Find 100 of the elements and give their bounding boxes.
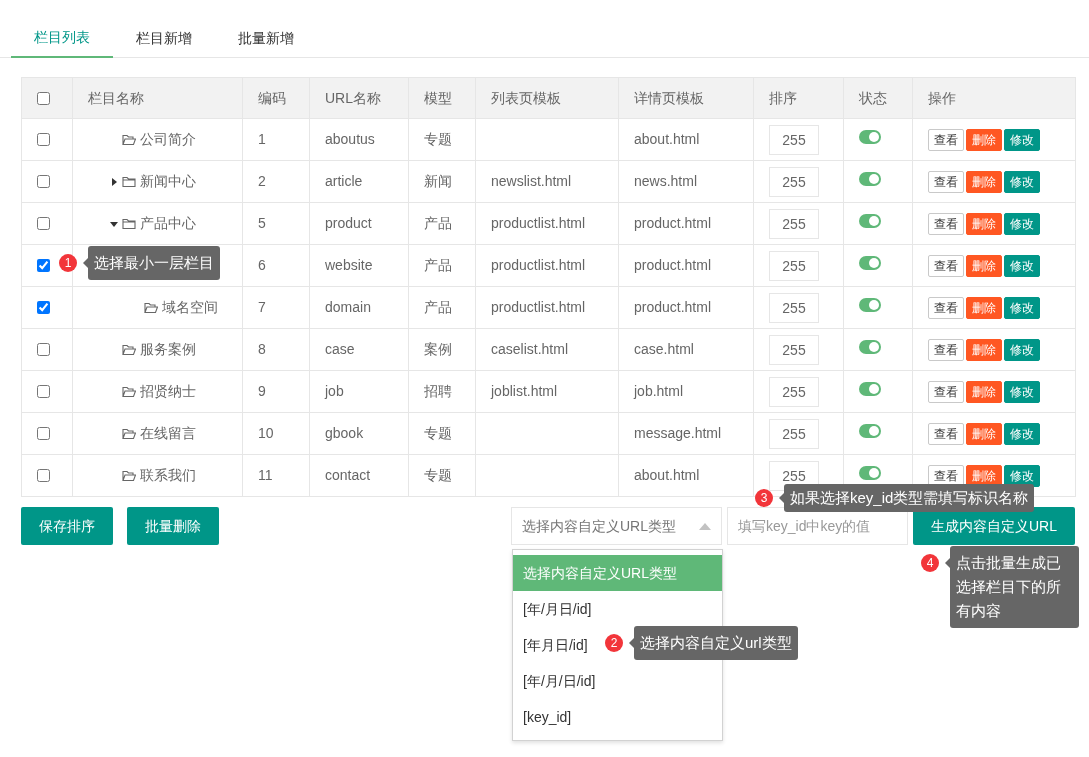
table-cell: article (325, 173, 363, 189)
view-button[interactable]: 查看 (928, 296, 964, 319)
row-checkbox[interactable] (37, 343, 50, 356)
view-button[interactable]: 查看 (928, 128, 964, 151)
table-cell: product.html (634, 299, 712, 315)
table-cell: case.html (634, 341, 694, 357)
batch-delete-button[interactable]: 批量删除 (127, 507, 219, 545)
sort-field[interactable]: 255 (769, 418, 819, 449)
select-placeholder: 选择内容自定义URL类型 (522, 516, 676, 536)
table-cell: productlist.html (491, 299, 586, 315)
table-cell: 10 (258, 425, 274, 441)
delete-button[interactable]: 删除 (966, 422, 1002, 445)
table-cell: 专题 (424, 425, 452, 441)
sort-field[interactable]: 255 (769, 208, 819, 239)
dropdown-option[interactable]: [key_id] (513, 699, 722, 735)
folder-icon (122, 175, 136, 188)
table-cell: 产品 (424, 299, 452, 315)
step-badge: 3 (755, 489, 773, 507)
toggle-switch[interactable] (859, 172, 881, 186)
column-header: 编码 (258, 89, 286, 106)
view-button[interactable]: 查看 (928, 212, 964, 235)
sort-field[interactable]: 255 (769, 334, 819, 365)
caret-right-icon[interactable] (110, 177, 118, 186)
view-button[interactable]: 查看 (928, 170, 964, 193)
delete-button[interactable]: 删除 (966, 296, 1002, 319)
toggle-switch[interactable] (859, 382, 881, 396)
edit-button[interactable]: 修改 (1004, 380, 1040, 403)
tab[interactable]: 批量新增 (215, 18, 317, 58)
row-checkbox[interactable] (37, 259, 50, 272)
row-checkbox[interactable] (37, 385, 50, 398)
dropdown-option[interactable]: [年/月/日/id] (513, 663, 722, 699)
table-cell: 8 (258, 341, 266, 357)
row-checkbox[interactable] (37, 301, 50, 314)
select-all-checkbox[interactable] (37, 91, 50, 105)
toggle-switch[interactable] (859, 256, 881, 270)
delete-button[interactable]: 删除 (966, 380, 1002, 403)
delete-button[interactable]: 删除 (966, 128, 1002, 151)
table-cell: 7 (258, 299, 266, 315)
dropdown-option[interactable]: [年/月日/id] (513, 591, 722, 627)
delete-button[interactable]: 删除 (966, 212, 1002, 235)
edit-button[interactable]: 修改 (1004, 170, 1040, 193)
table-cell: domain (325, 299, 371, 315)
sort-field[interactable]: 255 (769, 124, 819, 155)
edit-button[interactable]: 修改 (1004, 254, 1040, 277)
sort-field[interactable]: 255 (769, 292, 819, 323)
table-cell: 新闻 (424, 173, 452, 189)
table-cell: caselist.html (491, 341, 569, 357)
category-name: 产品中心 (140, 214, 196, 233)
view-button[interactable]: 查看 (928, 254, 964, 277)
toggle-switch[interactable] (859, 130, 881, 144)
edit-button[interactable]: 修改 (1004, 338, 1040, 361)
category-name: 在线留言 (140, 424, 196, 443)
sort-field[interactable]: 255 (769, 376, 819, 407)
edit-button[interactable]: 修改 (1004, 422, 1040, 445)
delete-button[interactable]: 删除 (966, 464, 1002, 487)
sort-field[interactable]: 255 (769, 166, 819, 197)
step-badge: 1 (59, 254, 77, 272)
table-cell: about.html (634, 467, 700, 483)
tab[interactable]: 栏目新增 (113, 18, 215, 58)
open-folder-icon (122, 343, 136, 356)
view-button[interactable]: 查看 (928, 422, 964, 445)
row-checkbox[interactable] (37, 175, 50, 188)
toggle-switch[interactable] (859, 298, 881, 312)
table-cell: 11 (258, 467, 273, 483)
row-checkbox[interactable] (37, 217, 50, 230)
category-name: 服务案例 (140, 340, 196, 359)
table-cell: 专题 (424, 131, 452, 147)
edit-button[interactable]: 修改 (1004, 464, 1040, 487)
category-name: 新闻中心 (140, 172, 196, 191)
toggle-switch[interactable] (859, 424, 881, 438)
column-header: 模型 (424, 89, 452, 106)
open-folder-icon (144, 301, 158, 314)
delete-button[interactable]: 删除 (966, 170, 1002, 193)
delete-button[interactable]: 删除 (966, 338, 1002, 361)
toggle-switch[interactable] (859, 466, 881, 480)
caret-down-icon[interactable] (110, 219, 118, 228)
row-checkbox[interactable] (37, 469, 50, 482)
edit-button[interactable]: 修改 (1004, 212, 1040, 235)
view-button[interactable]: 查看 (928, 338, 964, 361)
save-sort-button[interactable]: 保存排序 (21, 507, 113, 545)
column-header: 状态 (859, 89, 887, 106)
column-header: 排序 (769, 89, 797, 106)
toggle-switch[interactable] (859, 214, 881, 228)
view-button[interactable]: 查看 (928, 380, 964, 403)
column-header: 栏目名称 (88, 89, 144, 106)
toggle-switch[interactable] (859, 340, 881, 354)
delete-button[interactable]: 删除 (966, 254, 1002, 277)
sort-field[interactable]: 255 (769, 250, 819, 281)
step-badge: 4 (921, 554, 939, 572)
edit-button[interactable]: 修改 (1004, 128, 1040, 151)
folder-icon (122, 217, 136, 230)
table-cell: productlist.html (491, 215, 586, 231)
column-header: 操作 (928, 89, 956, 106)
tab[interactable]: 栏目列表 (11, 18, 113, 58)
view-button[interactable]: 查看 (928, 464, 964, 487)
category-name: 域名空间 (162, 298, 218, 317)
row-checkbox[interactable] (37, 427, 50, 440)
row-checkbox[interactable] (37, 133, 50, 146)
edit-button[interactable]: 修改 (1004, 296, 1040, 319)
table-cell: joblist.html (491, 383, 558, 399)
